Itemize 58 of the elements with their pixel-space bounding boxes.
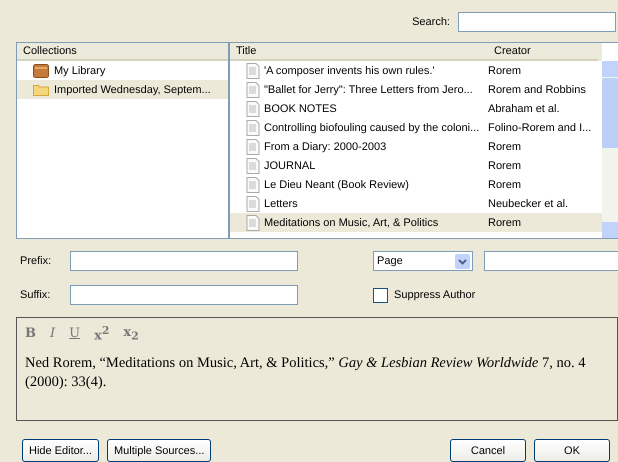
checkbox[interactable] (373, 288, 388, 303)
suffix-field[interactable] (70, 285, 298, 306)
format-button[interactable]: x$^{2}$ (94, 324, 110, 344)
scrollbar[interactable] (602, 61, 618, 238)
document-icon (246, 62, 260, 78)
citation-editor[interactable]: B I U x$^{2}$ x$_{2}$ Ned Rorem, “Meditations on Music, Art, & Politics,” Gay & Lesbian Review Worldwide 7, no. 4 (2000): 33(4). (16, 317, 618, 421)
checkbox-label: Suppress Author (394, 289, 476, 302)
creator-cell: Rorem (488, 178, 522, 190)
format-button[interactable]: I (50, 324, 56, 344)
title-cell: From a Diary: 2000-2003 (264, 140, 386, 152)
format-button[interactable]: U (69, 324, 80, 344)
dialog-button[interactable]: Multiple Sources... (106, 439, 212, 462)
dialog-button[interactable]: OK (534, 439, 610, 462)
prefix-field[interactable] (70, 251, 298, 272)
creator-cell: Rorem (488, 140, 522, 152)
title-cell: Letters (264, 198, 298, 210)
format-button[interactable]: x$_{2}$ (123, 324, 139, 344)
dialog-button[interactable]: Hide Editor... (22, 439, 99, 462)
title-cell: Le Dieu Neant (Book Review) (264, 178, 409, 190)
title-cell: "Ballet for Jerry": Three Letters from Jero... (264, 84, 473, 96)
document-icon (246, 176, 260, 192)
title-cell: Controlling biofouling caused by the coloni... (264, 122, 480, 134)
document-icon (246, 138, 260, 154)
collection-label: Imported Wednesday, Septem... (54, 84, 211, 96)
creator-cell: Abraham et al. (488, 102, 560, 114)
creator-cell: Rorem (488, 160, 522, 172)
item-row[interactable]: Meditations on Music, Art, & Politics Rorem (230, 213, 602, 232)
collection-item[interactable]: Imported Wednesday, Septem... (17, 80, 228, 99)
collection-label: My Library (54, 64, 106, 76)
document-icon (246, 158, 260, 174)
creator-cell: Rorem (488, 64, 522, 76)
column-header[interactable]: Title (230, 43, 488, 61)
folder-icon (33, 83, 49, 96)
document-icon (246, 120, 260, 136)
creator-cell: Rorem and Robbins (488, 84, 586, 96)
title-cell: Meditations on Music, Art, & Politics (264, 216, 438, 228)
library-icon (33, 64, 49, 78)
creator-cell: Folino-Rorem and I... (488, 122, 592, 134)
dialog-button[interactable]: Cancel (450, 439, 526, 462)
search-label: Search: (412, 16, 450, 28)
column-header[interactable]: Creator (488, 43, 598, 61)
document-icon (246, 82, 260, 98)
document-icon (246, 100, 260, 116)
prefix-label: Prefix: (20, 255, 52, 268)
suffix-label: Suffix: (20, 289, 52, 302)
citation-text: Ned Rorem, “Meditations on Music, Art, & Politics,” Gay & Lesbian Review Worldwide 7, no. 4 (2000): 33(4). (25, 354, 586, 392)
document-icon (246, 214, 260, 230)
title-cell: JOURNAL (264, 160, 316, 172)
title-cell: 'A composer invents his own rules.' (264, 64, 434, 76)
document-icon (246, 196, 260, 212)
locator-dropdown[interactable]: Page (373, 251, 473, 272)
search-field[interactable] (458, 12, 616, 32)
column-header[interactable]: Collections (17, 43, 228, 61)
title-cell: BOOK NOTES (264, 102, 337, 114)
creator-cell: Rorem (488, 216, 522, 228)
creator-cell: Neubecker et al. (488, 198, 568, 210)
format-button[interactable]: B (25, 324, 36, 344)
locator-field[interactable] (484, 251, 618, 272)
